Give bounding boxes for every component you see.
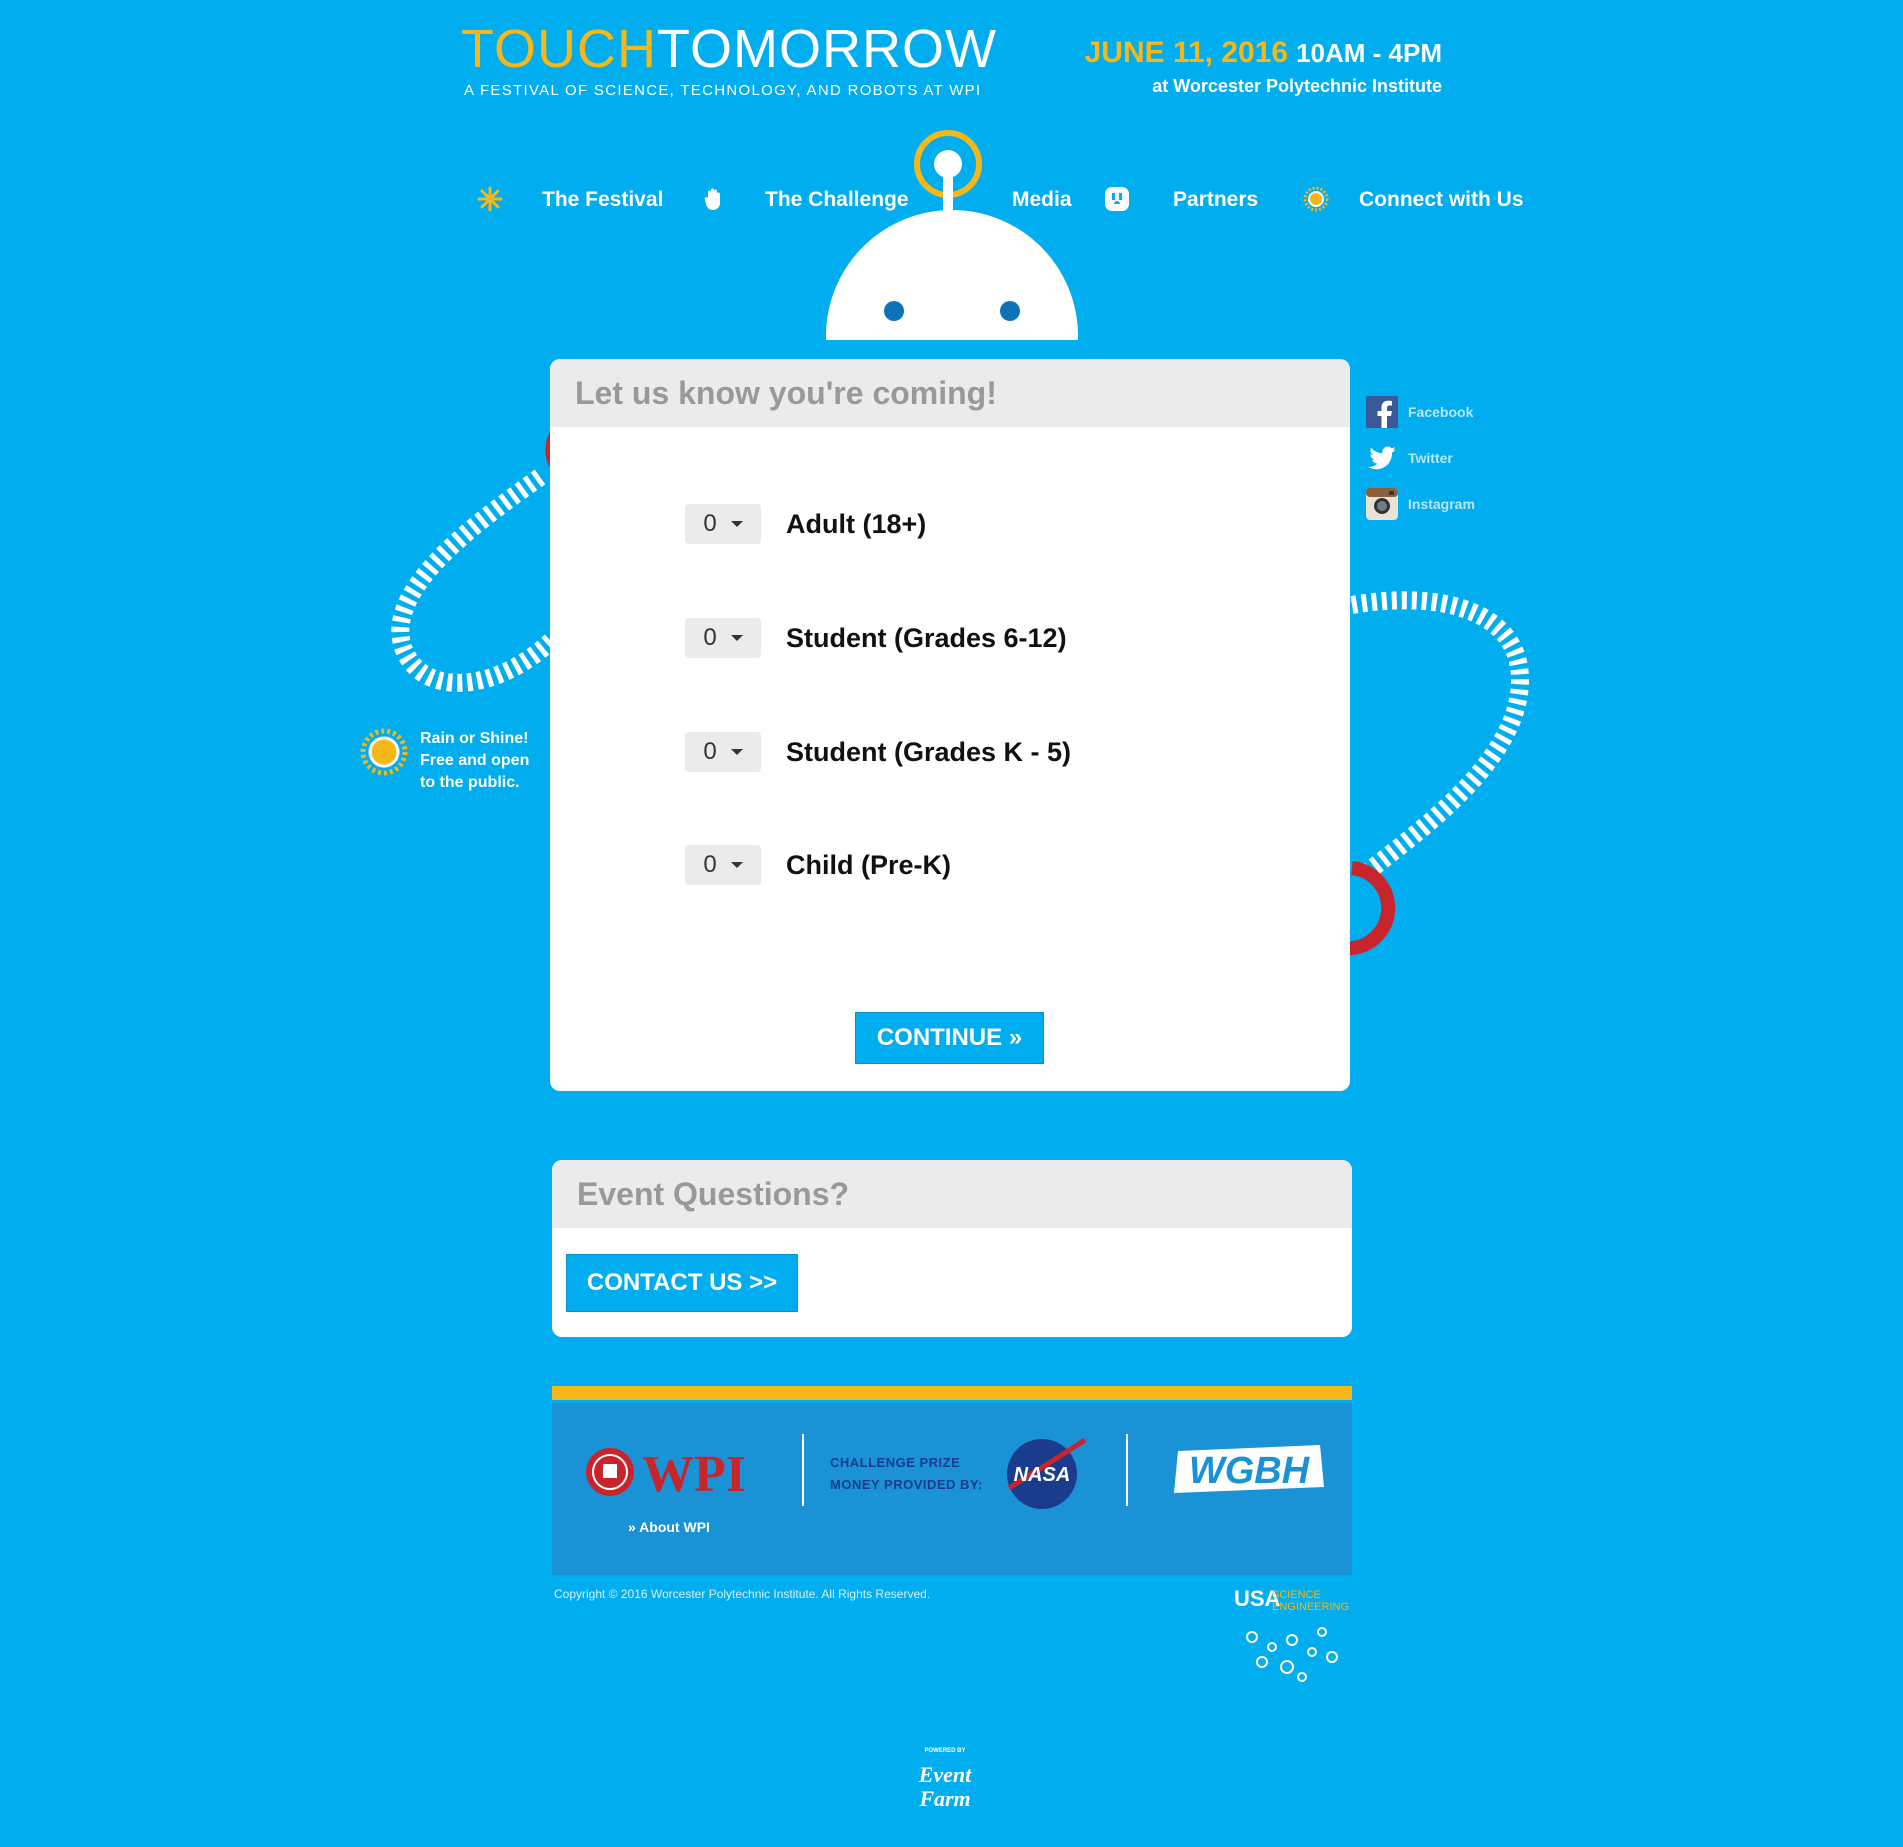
ticket-row-child: 0 Child (Pre-K) [685,845,951,885]
adult-quantity-select[interactable]: 0 [685,504,761,544]
child-quantity-select[interactable]: 0 [685,845,761,885]
ticket-row-adult: 0 Adult (18+) [685,504,926,544]
wgbh-logo-text: WGBH [1189,1450,1311,1492]
copyright: Copyright © 2016 Worcester Polytechnic I… [554,1587,931,1601]
right-arm-hose [1350,591,1530,878]
ticket-row-student-6-12: 0 Student (Grades 6-12) [685,618,1067,658]
contact-us-button[interactable]: CONTACT US >> [566,1254,798,1312]
wpi-seal-icon [586,1448,634,1496]
svg-text:SCIENCE: SCIENCE [1272,1589,1321,1601]
usa-science-festival-logo[interactable]: USA SCIENCE ENGINEERING [1232,1582,1352,1702]
child-ticket-label: Child (Pre-K) [786,849,951,880]
left-arm-hose [391,469,559,692]
social-twitter[interactable]: Twitter [1366,442,1453,474]
wpi-logo[interactable]: WPI [642,1445,746,1504]
social-instagram[interactable]: Instagram [1366,488,1475,520]
about-wpi-link[interactable]: » About WPI [628,1519,710,1535]
social-facebook-label: Facebook [1408,404,1474,420]
note-line-1: Rain or Shine! [420,730,529,747]
instagram-icon [1366,488,1398,520]
chevron-down-icon [730,521,743,527]
note-line-3: to the public. [420,774,520,791]
adult-quantity-value: 0 [703,510,717,537]
nasa-caption: CHALLENGE PRIZE MONEY PROVIDED BY: [830,1452,983,1496]
right-magnet [1343,861,1396,956]
nasa-logo-text: NASA [1014,1464,1071,1486]
student-k-5-quantity-value: 0 [703,738,717,765]
questions-title: Event Questions? [552,1160,1352,1228]
svg-text:ENGINEERING: ENGINEERING [1272,1601,1349,1613]
rsvp-title: Let us know you're coming! [550,359,1350,427]
student-k-5-quantity-select[interactable]: 0 [685,732,761,772]
child-quantity-value: 0 [703,851,717,878]
nasa-caption-line-1: CHALLENGE PRIZE [830,1455,961,1470]
twitter-icon [1368,446,1396,470]
event-questions-panel: Event Questions? CONTACT US >> [552,1160,1352,1337]
note-text: Rain or Shine! Free and open to the publ… [420,728,529,794]
ticket-row-student-k-5: 0 Student (Grades K - 5) [685,732,1071,772]
powered-by-label: POWERED BY [924,1748,965,1754]
nasa-caption-line-2: MONEY PROVIDED BY: [830,1477,983,1492]
continue-button[interactable]: CONTINUE » [855,1012,1044,1064]
footer-stripe [552,1386,1352,1400]
sun-icon [360,728,408,776]
rsvp-panel: Let us know you're coming! 0 Adult (18+)… [550,359,1350,1091]
event-farm-logo[interactable]: POWERED BY Event Farm [905,1742,985,1822]
student-6-12-quantity-value: 0 [703,624,717,651]
social-facebook[interactable]: Facebook [1366,396,1473,428]
student-6-12-quantity-select[interactable]: 0 [685,618,761,658]
chevron-down-icon [730,635,743,641]
chevron-down-icon [730,862,743,868]
footer-divider [1126,1434,1128,1506]
student-6-12-ticket-label: Student (Grades 6-12) [786,622,1067,653]
wgbh-logo[interactable]: WGBH [1170,1441,1330,1505]
note-line-2: Free and open [420,752,530,769]
rain-or-shine-note: Rain or Shine! Free and open to the publ… [360,728,529,794]
svg-text:Farm: Farm [918,1786,970,1811]
footer-divider [802,1434,804,1506]
chevron-down-icon [730,749,743,755]
social-instagram-label: Instagram [1408,496,1475,512]
sponsor-band: WPI » About WPI CHALLENGE PRIZE MONEY PR… [552,1403,1352,1575]
social-twitter-label: Twitter [1408,450,1453,466]
nasa-logo[interactable]: NASA [1005,1436,1087,1512]
facebook-icon [1366,396,1398,428]
adult-ticket-label: Adult (18+) [786,508,927,539]
student-k-5-ticket-label: Student (Grades K - 5) [786,736,1072,767]
svg-text:Event: Event [918,1762,972,1787]
